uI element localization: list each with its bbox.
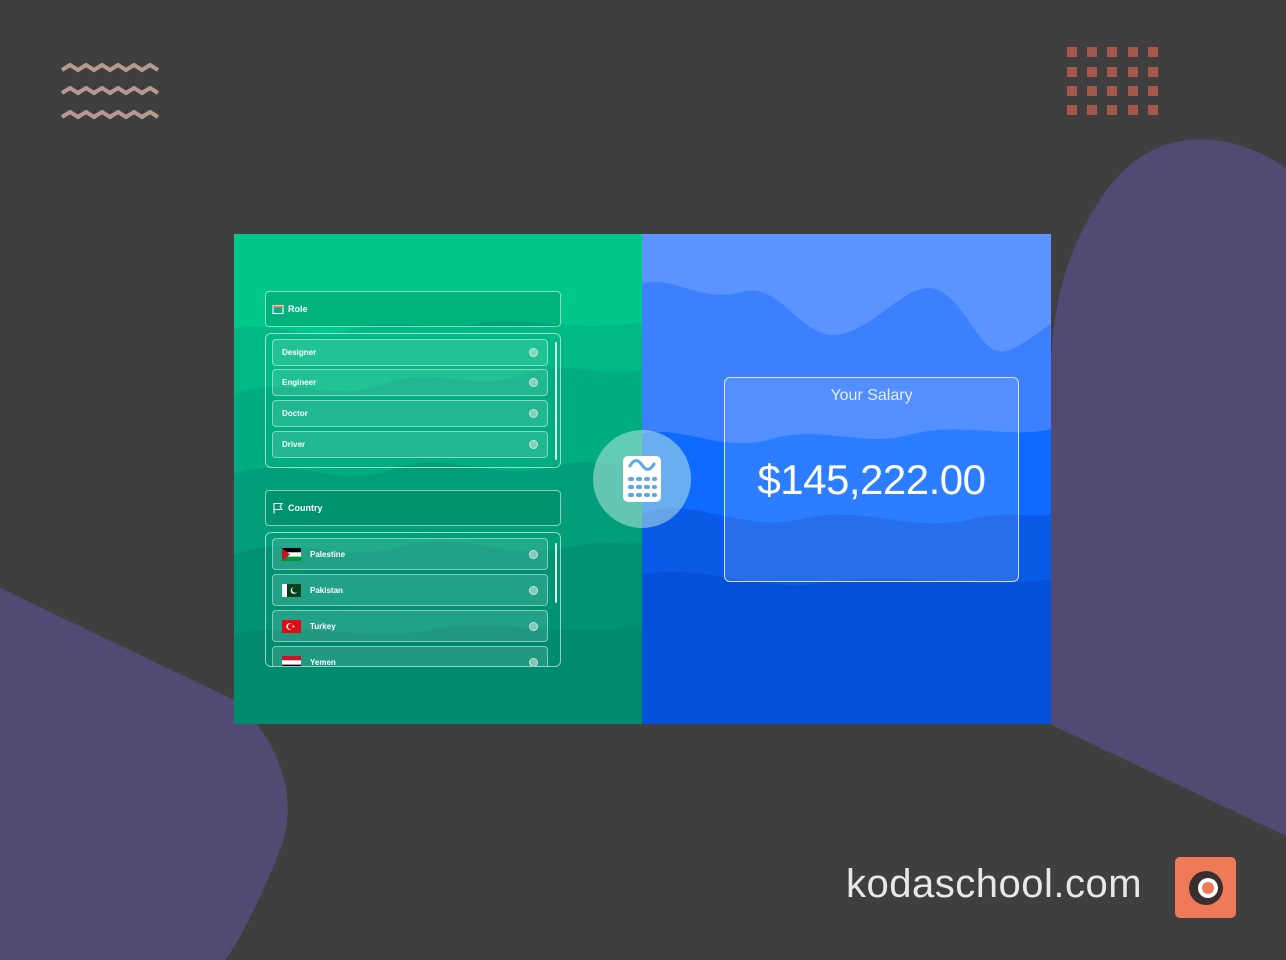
salary-value: $145,222.00 [757,456,986,503]
role-option-label: Designer [282,348,317,357]
salary-card: Your Salary $145,222.00 [724,377,1019,582]
country-option-label: Yemen [310,657,336,667]
role-option-label: Doctor [282,409,308,418]
radio-button[interactable] [529,621,538,631]
result-pane: Your Salary $145,222.00 [642,234,1051,724]
country-option-label: Turkey [310,621,336,631]
dot-grid-icon [1067,47,1158,115]
country-header-label: Country [288,503,323,513]
radio-button[interactable] [529,657,538,666]
role-scrollbar[interactable] [555,342,557,460]
country-option-turkey[interactable]: Turkey [272,610,548,642]
country-option-yemen[interactable]: Yemen [272,646,548,667]
radio-button[interactable] [529,440,538,449]
country-option-label: Pakistan [310,585,343,595]
kodaschool-logo-icon [1188,870,1223,905]
pakistan-flag-icon [282,583,301,597]
country-option-label: Palestine [310,549,346,559]
radio-button[interactable] [529,549,538,559]
calculator-icon [623,456,661,502]
country-list[interactable]: Palestine Pakistan Turkey Yemen [265,532,561,667]
role-option-label: Driver [282,440,306,449]
country-option-pakistan[interactable]: Pakistan [272,574,548,606]
role-header[interactable]: Role [265,291,561,327]
radio-button[interactable] [529,348,538,357]
brand-url[interactable]: kodaschool.com [846,862,1142,907]
role-option-engineer[interactable]: Engineer [272,369,548,396]
radio-button[interactable] [529,378,538,387]
calculate-button[interactable] [593,430,691,528]
brand-logo [1175,857,1236,918]
radio-button[interactable] [529,585,538,595]
country-scrollbar[interactable] [555,543,557,603]
yemen-flag-icon [282,655,301,666]
flag-icon [272,502,284,514]
zigzag-icon [60,62,160,120]
salary-label: Your Salary [830,387,913,404]
salary-calculator-app: Role Designer Engineer Doctor Driver Cou… [234,234,1051,724]
briefcase-icon [272,303,284,315]
role-header-label: Role [288,304,308,314]
purple-blob-right [1050,139,1286,836]
turkey-flag-icon [282,619,301,633]
role-list[interactable]: Designer Engineer Doctor Driver [265,333,561,468]
role-option-driver[interactable]: Driver [272,431,548,458]
country-option-palestine[interactable]: Palestine [272,538,548,570]
role-option-designer[interactable]: Designer [272,339,548,366]
selection-pane: Role Designer Engineer Doctor Driver Cou… [234,234,642,724]
role-option-doctor[interactable]: Doctor [272,400,548,427]
palestine-flag-icon [282,547,301,561]
country-header[interactable]: Country [265,490,561,526]
radio-button[interactable] [529,409,538,418]
role-option-label: Engineer [282,378,317,387]
